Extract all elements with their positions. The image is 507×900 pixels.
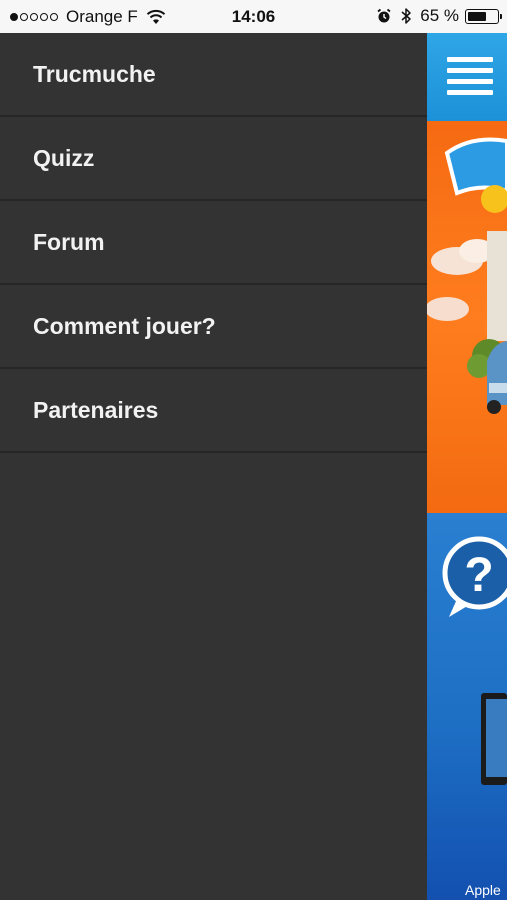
- menu-item-label: Comment jouer?: [33, 312, 216, 339]
- battery-icon: [465, 8, 502, 24]
- quiz-section[interactable]: ? Apple: [427, 513, 507, 900]
- menu-item-quizz[interactable]: Quizz: [0, 117, 427, 201]
- promo-banner[interactable]: [427, 121, 507, 513]
- menu-item-label: Trucmuche: [33, 60, 156, 87]
- menu-item-label: Forum: [33, 228, 105, 255]
- menu-item-comment-jouer[interactable]: Comment jouer?: [0, 285, 427, 369]
- hamburger-icon[interactable]: [447, 57, 493, 95]
- banner-artwork: [427, 137, 507, 414]
- battery-percentage: 65 %: [420, 6, 459, 25]
- main-content-peek[interactable]: ? Apple: [427, 33, 507, 900]
- bluetooth-icon: [401, 8, 411, 24]
- status-right: 65 %: [376, 6, 502, 26]
- menu-item-partenaires[interactable]: Partenaires: [0, 369, 427, 453]
- menu-item-trucmuche[interactable]: Trucmuche: [0, 33, 427, 117]
- menu-item-label: Partenaires: [33, 396, 159, 423]
- svg-text:?: ?: [464, 549, 493, 602]
- menu-item-label: Quizz: [33, 144, 95, 171]
- side-menu: Trucmuche Quizz Forum Comment jouer? Par…: [0, 33, 427, 900]
- quiz-artwork: ?: [442, 536, 507, 785]
- menu-item-forum[interactable]: Forum: [0, 201, 427, 285]
- status-bar: Orange F 14:06 65 %: [0, 0, 507, 33]
- apple-label: Apple: [465, 882, 501, 898]
- battery-level-fill: [468, 11, 486, 21]
- app-header: [427, 33, 507, 121]
- alarm-icon: [377, 8, 391, 23]
